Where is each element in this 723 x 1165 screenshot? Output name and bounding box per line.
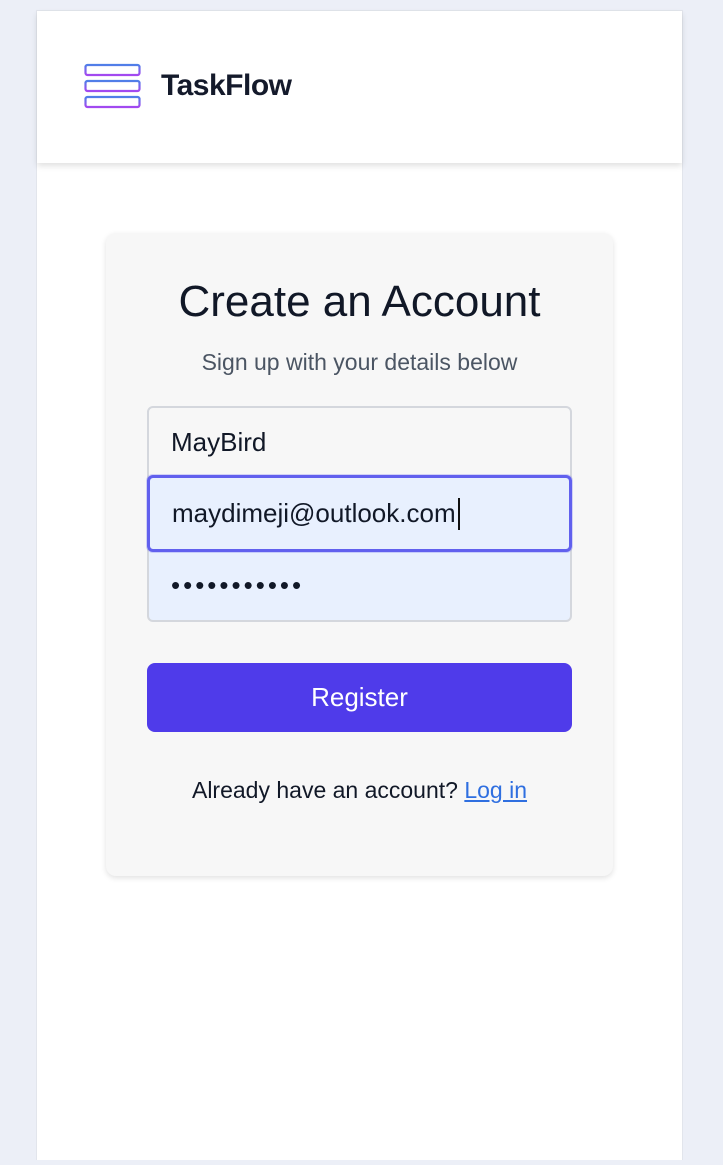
login-prompt-row: Already have an account? Log in [106,777,613,804]
login-link[interactable]: Log in [464,777,527,803]
register-card: Create an Account Sign up with your deta… [106,233,613,876]
app-page: TaskFlow Create an Account Sign up with … [36,10,683,1160]
page-subtitle: Sign up with your details below [201,349,518,375]
login-prompt-text: Already have an account? [191,777,458,803]
brand-name: TaskFlow [161,69,292,102]
top-header: TaskFlow [37,11,682,163]
email-value: maydimeji@outlook.com [172,498,456,528]
register-button[interactable]: Register [147,663,572,732]
stacked-bars-logo-icon [84,63,141,109]
password-field[interactable]: ••••••••••• [147,549,572,622]
email-field[interactable]: maydimeji@outlook.com [147,475,572,552]
username-field[interactable]: MayBird [147,406,572,479]
page-title: Create an Account [178,277,541,326]
text-caret [457,497,460,530]
password-value: ••••••••••• [171,570,305,600]
username-value: MayBird [171,427,267,457]
